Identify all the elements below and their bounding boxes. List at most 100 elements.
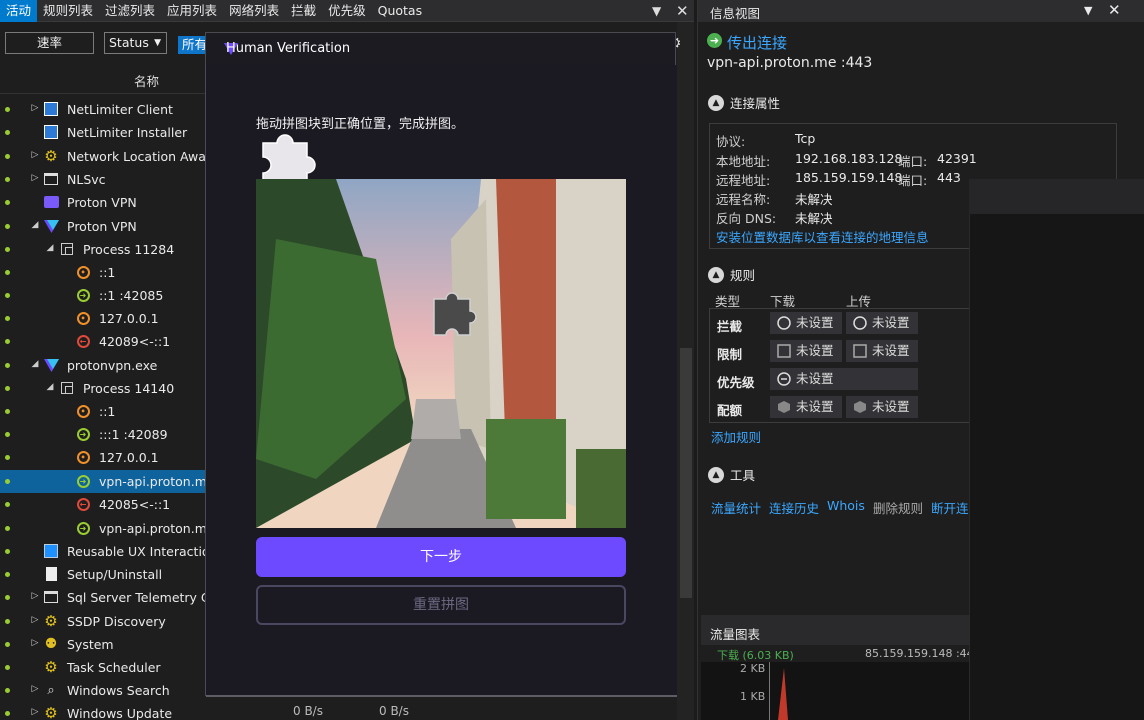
expand-toggle-icon[interactable]: ▷	[30, 638, 40, 648]
disconnect-link[interactable]: 断开连	[931, 498, 969, 517]
activity-dot	[5, 154, 10, 159]
tree-row[interactable]: • 127.0.0.1	[0, 307, 210, 330]
tree-row-label: Windows Search	[67, 683, 170, 698]
traffic-chart-title: 流量图表	[710, 627, 761, 642]
tree-row[interactable]: ← 42089<-::1	[0, 330, 210, 353]
expand-toggle-icon[interactable]: ◢	[45, 382, 55, 392]
netlimiter-icon	[43, 101, 59, 117]
pane-close-icon[interactable]: ✕	[676, 0, 689, 22]
tree-row[interactable]: ▷ NLSvc	[0, 168, 210, 191]
geo-database-link[interactable]: 安装位置数据库以查看连接的地理信息	[716, 227, 929, 246]
quota-download-button[interactable]: 未设置	[770, 396, 842, 418]
limit-upload-button[interactable]: 未设置	[846, 340, 918, 362]
activity-dot	[5, 293, 10, 298]
expand-toggle-icon[interactable]: ▷	[30, 615, 40, 625]
section-tools[interactable]: ▲ 工具	[708, 465, 755, 484]
expand-toggle-icon[interactable]: ◢	[30, 359, 40, 369]
tab-activity[interactable]: 活动	[0, 0, 38, 22]
tree-row[interactable]: NetLimiter Installer	[0, 121, 210, 144]
gear-icon: ⚙	[44, 704, 58, 720]
rate-button[interactable]: 速率	[5, 32, 94, 54]
tree-row[interactable]: ◢ Process 11284	[0, 238, 210, 261]
tab-priority[interactable]: 优先级	[322, 0, 372, 22]
section-properties[interactable]: ▲ 连接属性	[708, 93, 780, 112]
window-icon	[43, 589, 59, 605]
pane-close-icon[interactable]: ✕	[1108, 1, 1121, 19]
tab-apps[interactable]: 应用列表	[161, 0, 223, 22]
activity-dot	[5, 595, 10, 600]
expand-toggle-icon[interactable]: ▷	[30, 684, 40, 694]
activity-dot	[5, 526, 10, 531]
tree-row[interactable]: ▷ ⌕ Windows Search	[0, 679, 210, 702]
tree-row[interactable]: ➜::1 :42085	[0, 284, 210, 307]
tab-block[interactable]: 拦截	[285, 0, 322, 22]
expand-toggle-icon[interactable]: ▷	[30, 173, 40, 183]
rule-quota-label: 配额	[717, 403, 743, 418]
tree-row[interactable]: ▷ ⚉ System	[0, 633, 210, 656]
expand-toggle-icon[interactable]: ▷	[30, 103, 40, 113]
reset-puzzle-button[interactable]: 重置拼图	[256, 585, 626, 625]
next-step-button[interactable]: 下一步	[256, 537, 626, 577]
quota-upload-button[interactable]: 未设置	[846, 396, 918, 418]
tab-filters[interactable]: 过滤列表	[99, 0, 161, 22]
activity-dot	[5, 572, 10, 577]
limit-download-button[interactable]: 未设置	[770, 340, 842, 362]
expand-toggle-icon[interactable]: ◢	[45, 243, 55, 253]
tree-row[interactable]: ▷ ⚙ Windows Update	[0, 702, 210, 720]
expand-toggle-icon[interactable]: ▷	[30, 707, 40, 717]
tree-row-label: Proton VPN	[67, 195, 137, 210]
tree-row[interactable]: ⚙ Task Scheduler	[0, 656, 210, 679]
tree-row[interactable]: ➜ vpn-api.proton.me	[0, 470, 210, 493]
tree-row[interactable]: •::1	[0, 261, 210, 284]
tree-row[interactable]: • 127.0.0.1	[0, 446, 210, 469]
section-rules[interactable]: ▲ 规则	[708, 265, 755, 284]
info-view-title: 信息视图	[710, 6, 761, 21]
tree-row-label: NetLimiter Client	[67, 102, 173, 117]
tree-row[interactable]: ➜ vpn-api.proton.me	[0, 517, 210, 540]
delete-rules-link[interactable]: 删除规则	[873, 498, 923, 517]
status-select[interactable]: Status ▼	[104, 32, 167, 54]
tree-row[interactable]: ▷ Sql Server Telemetry Clie	[0, 586, 210, 609]
whois-link[interactable]: Whois	[827, 498, 865, 513]
tree-row[interactable]: •::1	[0, 400, 210, 423]
tab-quotas[interactable]: Quotas	[372, 0, 428, 22]
tree-row-label: Reusable UX Interaction	[67, 544, 210, 559]
tree-row[interactable]: ▷ ⚙ SSDP Discovery	[0, 610, 210, 633]
tab-networks[interactable]: 网络列表	[223, 0, 285, 22]
traffic-stats-link[interactable]: 流量统计	[711, 498, 761, 517]
left-scrollbar-thumb[interactable]	[680, 348, 692, 598]
column-name[interactable]: 名称	[134, 71, 159, 90]
tab-rules[interactable]: 规则列表	[37, 0, 99, 22]
pane-menu-icon[interactable]: ▼	[1084, 4, 1092, 17]
block-upload-button[interactable]: 未设置	[846, 312, 918, 334]
rule-priority-label: 优先级	[717, 375, 755, 390]
tree-row[interactable]: Reusable UX Interaction	[0, 540, 210, 563]
collapse-caret-icon: ▲	[708, 94, 724, 111]
remote-address-value: 185.159.159.148	[795, 170, 903, 185]
tree-row[interactable]: Proton VPN	[0, 191, 210, 214]
tree-row[interactable]: ◢ Proton VPN	[0, 215, 210, 238]
tree-row[interactable]: Setup/Uninstall	[0, 563, 210, 586]
gear-icon: ⚙	[44, 658, 58, 676]
connection-host: vpn-api.proton.me :443	[707, 55, 873, 71]
add-rule-link[interactable]: 添加规则	[711, 427, 761, 446]
connection-history-link[interactable]: 连接历史	[769, 498, 819, 517]
floating-panel	[969, 179, 1144, 720]
puzzle-image	[256, 179, 626, 528]
expand-toggle-icon[interactable]: ◢	[30, 220, 40, 230]
expand-toggle-icon[interactable]: ▷	[30, 150, 40, 160]
properties-header: 连接属性	[730, 96, 781, 111]
port-icon: •	[75, 403, 91, 419]
local-address-label: 本地地址:	[716, 154, 771, 169]
tree-row[interactable]: ▷ NetLimiter Client	[0, 98, 210, 121]
priority-button[interactable]: 未设置	[770, 368, 918, 390]
tree-row[interactable]: ◢ Process 14140	[0, 377, 210, 400]
expand-toggle-icon[interactable]: ▷	[30, 591, 40, 601]
pane-menu-icon[interactable]: ▼	[652, 0, 661, 22]
tree-row-label: ::1	[99, 265, 116, 280]
tree-row[interactable]: ← 42085<-::1	[0, 493, 210, 516]
tree-row[interactable]: ➜:::1 :42089	[0, 423, 210, 446]
block-download-button[interactable]: 未设置	[770, 312, 842, 334]
tree-row[interactable]: ▷ ⚙ Network Location Aware	[0, 145, 210, 168]
tree-row[interactable]: ◢ protonvpn.exe	[0, 354, 210, 377]
